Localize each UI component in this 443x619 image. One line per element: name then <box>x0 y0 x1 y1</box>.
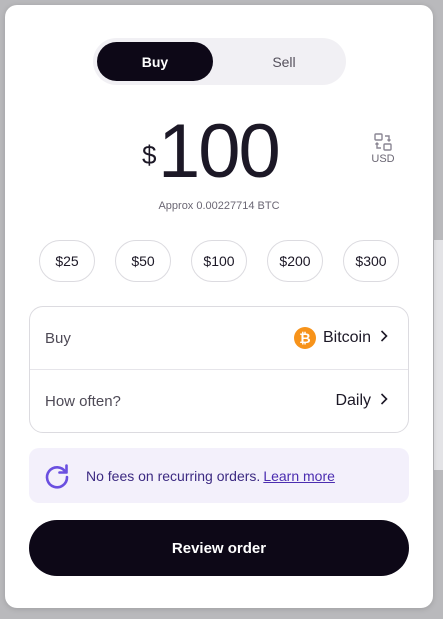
info-message: No fees on recurring orders. <box>86 468 261 484</box>
swap-currency-label: USD <box>371 153 395 165</box>
recurring-buy-card: Buy Sell $ 100 USD Approx 0.00227714 BTC… <box>5 5 433 608</box>
bitcoin-icon: ₿ <box>293 327 316 349</box>
swap-icon <box>365 133 401 151</box>
review-order-button[interactable]: Review order <box>29 520 409 576</box>
asset-row-label: Buy <box>45 329 71 347</box>
frequency-row-value: Daily <box>335 392 388 410</box>
order-options: Buy ₿ Bitcoin How often? Daily <box>29 306 409 433</box>
frequency-value: Daily <box>335 392 371 409</box>
asset-name: Bitcoin <box>322 329 371 346</box>
preset-amount-button[interactable]: $200 <box>267 240 323 282</box>
background-panel-edge <box>434 240 443 470</box>
sell-tab[interactable]: Sell <box>226 42 342 81</box>
recurring-fees-banner: No fees on recurring orders. Learn more <box>29 448 409 503</box>
preset-amounts: $25 $50 $100 $200 $300 <box>39 240 401 282</box>
frequency-select-row[interactable]: How often? Daily <box>30 370 408 432</box>
preset-amount-button[interactable]: $100 <box>191 240 247 282</box>
preset-amount-button[interactable]: $50 <box>115 240 171 282</box>
buy-sell-toggle: Buy Sell <box>93 38 346 85</box>
amount-value[interactable]: 100 <box>158 107 281 197</box>
approx-crypto-amount: Approx 0.00227714 BTC <box>158 200 280 212</box>
chevron-right-icon <box>380 329 388 347</box>
currency-swap-button[interactable]: USD <box>365 133 401 165</box>
preset-amount-button[interactable]: $300 <box>343 240 399 282</box>
preset-amount-button[interactable]: $25 <box>39 240 95 282</box>
frequency-row-label: How often? <box>45 392 121 410</box>
learn-more-link[interactable]: Learn more <box>263 468 335 484</box>
currency-symbol: $ <box>142 140 157 170</box>
chevron-right-icon <box>380 392 388 410</box>
asset-select-row[interactable]: Buy ₿ Bitcoin <box>30 307 408 370</box>
asset-row-value: ₿ Bitcoin <box>293 327 388 349</box>
buy-tab[interactable]: Buy <box>97 42 213 81</box>
refresh-icon <box>43 462 71 495</box>
info-text: No fees on recurring orders. Learn more <box>86 468 335 484</box>
